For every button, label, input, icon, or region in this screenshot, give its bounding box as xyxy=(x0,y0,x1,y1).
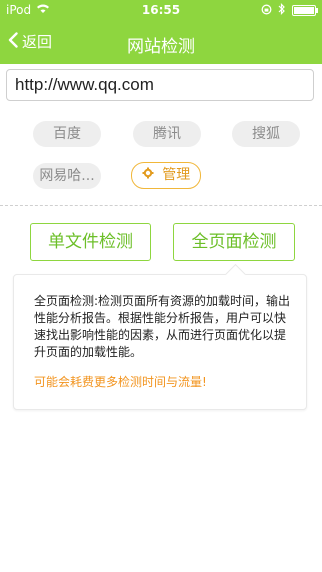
preset-sohu[interactable]: 搜狐 xyxy=(232,121,300,147)
info-description: 全页面检测:检测页面所有资源的加载时间，输出性能分析报告。根据性能分析报告，用户… xyxy=(34,294,291,359)
dashed-divider xyxy=(0,205,322,206)
nav-bar: 返回 网站检测 xyxy=(0,20,322,64)
info-panel: 全页面检测:检测页面所有资源的加载时间，输出性能分析报告。根据性能分析报告，用户… xyxy=(13,263,307,410)
info-warning: 可能会耗费更多检测时间与流量! xyxy=(34,375,207,389)
gear-icon xyxy=(142,167,158,183)
url-input[interactable]: http://www.qq.com xyxy=(6,69,314,101)
full-page-check-button[interactable]: 全页面检测 xyxy=(173,223,295,261)
preset-netease[interactable]: 网易哈... xyxy=(33,163,101,189)
battery-icon xyxy=(292,5,318,16)
manage-button[interactable]: 管理 xyxy=(131,162,201,189)
single-file-check-button[interactable]: 单文件检测 xyxy=(30,223,151,261)
manage-label: 管理 xyxy=(162,167,191,183)
rotation-lock-icon xyxy=(261,4,272,18)
preset-tencent[interactable]: 腾讯 xyxy=(133,121,201,147)
preset-baidu[interactable]: 百度 xyxy=(33,121,101,147)
status-bar: iPod 16:55 xyxy=(0,0,322,20)
panel-pointer xyxy=(224,263,247,286)
bluetooth-icon xyxy=(278,3,286,18)
page-title: 网站检测 xyxy=(127,37,195,57)
